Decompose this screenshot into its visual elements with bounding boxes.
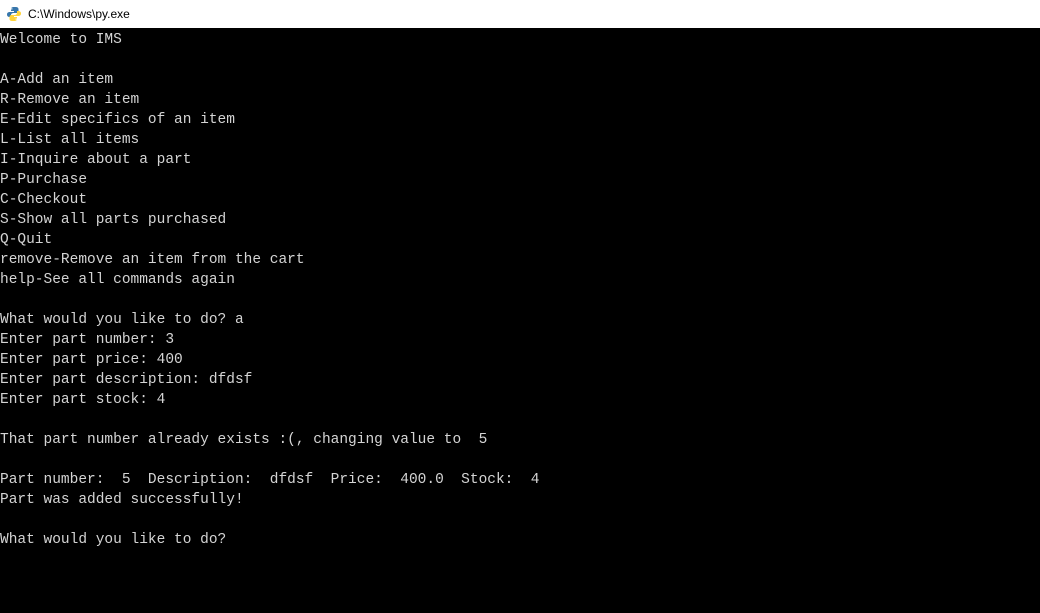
terminal-line: remove-Remove an item from the cart <box>0 250 1040 270</box>
terminal-line: Enter part number: 3 <box>0 330 1040 350</box>
terminal-line: R-Remove an item <box>0 90 1040 110</box>
terminal-line: A-Add an item <box>0 70 1040 90</box>
terminal-line: Part number: 5 Description: dfdsf Price:… <box>0 470 1040 490</box>
terminal-line: Part was added successfully! <box>0 490 1040 510</box>
terminal-line: What would you like to do? a <box>0 310 1040 330</box>
python-icon <box>6 6 22 22</box>
terminal-line <box>0 450 1040 470</box>
window-title: C:\Windows\py.exe <box>28 7 130 21</box>
terminal-line: Enter part price: 400 <box>0 350 1040 370</box>
terminal-line: help-See all commands again <box>0 270 1040 290</box>
terminal-line: Enter part description: dfdsf <box>0 370 1040 390</box>
terminal-line <box>0 510 1040 530</box>
terminal-line: S-Show all parts purchased <box>0 210 1040 230</box>
terminal-line: Q-Quit <box>0 230 1040 250</box>
terminal-line: P-Purchase <box>0 170 1040 190</box>
terminal-line: E-Edit specifics of an item <box>0 110 1040 130</box>
terminal-line: Enter part stock: 4 <box>0 390 1040 410</box>
terminal-output[interactable]: Welcome to IMS A-Add an itemR-Remove an i… <box>0 28 1040 550</box>
terminal-line <box>0 290 1040 310</box>
terminal-line <box>0 50 1040 70</box>
window-titlebar[interactable]: C:\Windows\py.exe <box>0 0 1040 28</box>
terminal-line: C-Checkout <box>0 190 1040 210</box>
terminal-line: I-Inquire about a part <box>0 150 1040 170</box>
terminal-line: L-List all items <box>0 130 1040 150</box>
terminal-line: That part number already exists :(, chan… <box>0 430 1040 450</box>
terminal-line: Welcome to IMS <box>0 30 1040 50</box>
terminal-line <box>0 410 1040 430</box>
terminal-line: What would you like to do? <box>0 530 1040 550</box>
